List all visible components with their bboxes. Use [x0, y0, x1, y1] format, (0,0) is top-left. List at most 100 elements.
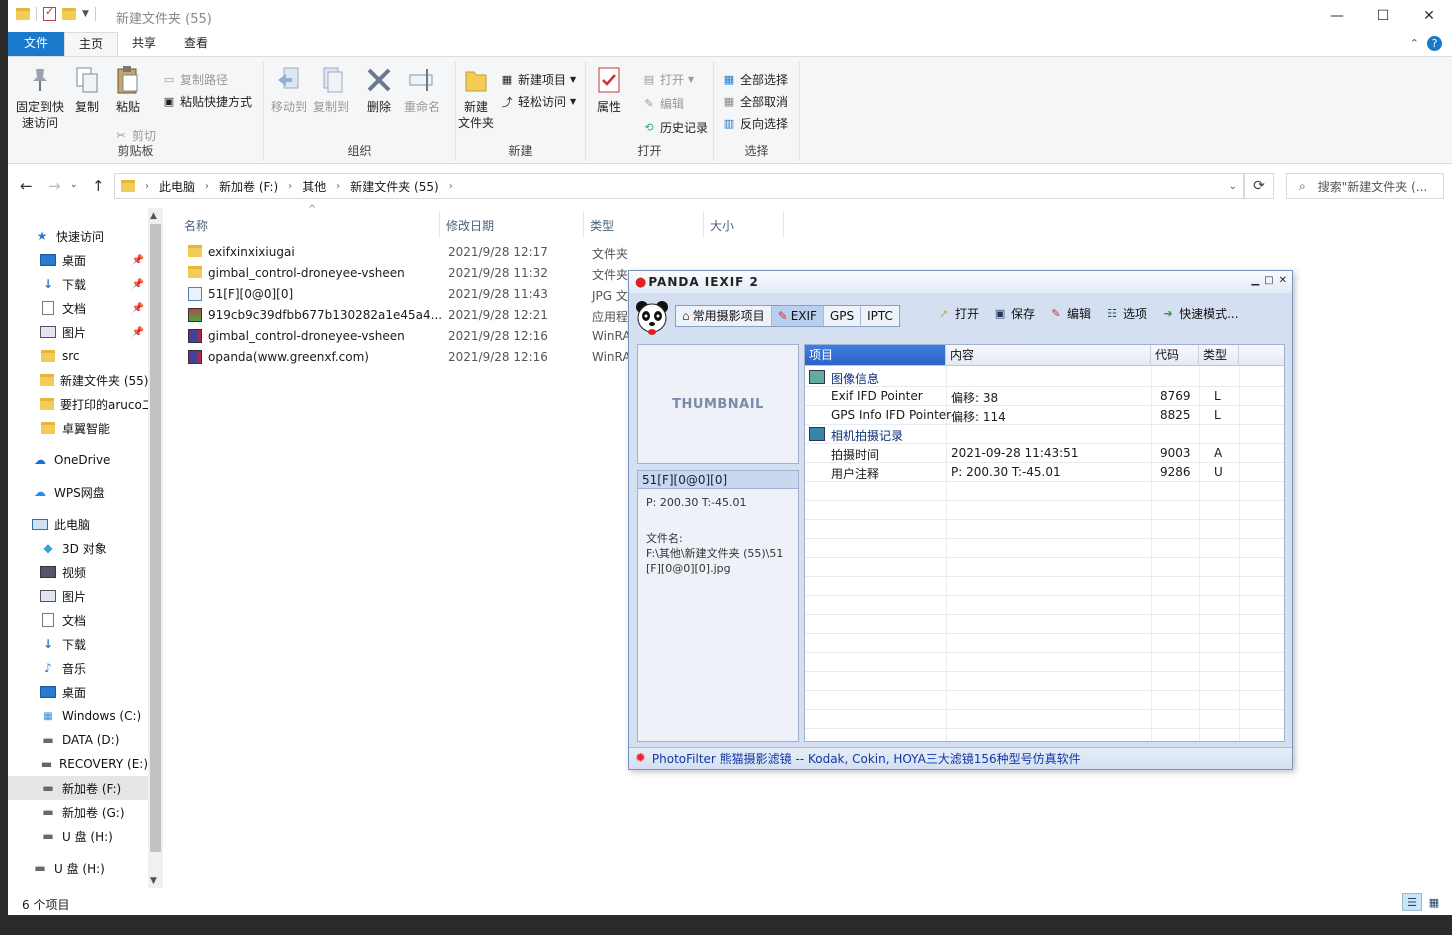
properties-icon[interactable] — [43, 5, 56, 21]
column-header-name[interactable]: 名称 — [178, 212, 440, 238]
tab-home[interactable]: 主页 — [64, 32, 119, 56]
grid-header-item[interactable]: 项目 — [805, 345, 946, 366]
minimize-button[interactable]: ▁ — [1251, 275, 1260, 286]
nav-pc-pictures[interactable]: 图片 — [8, 584, 148, 608]
new-folder-button[interactable]: 新建 文件夹 — [456, 65, 496, 131]
nav-pc-3d-objects[interactable]: ◆ 3D 对象 — [8, 536, 148, 560]
file-row[interactable]: exifxinxixiugai 2021/9/28 12:17 文件夹 — [184, 242, 984, 263]
nav-drive-d[interactable]: ▬ DATA (D:) — [8, 728, 148, 752]
move-to-button[interactable]: 移动到 — [270, 65, 308, 115]
opanda-edit-button[interactable]: ✎ 编辑 — [1049, 305, 1091, 322]
nav-this-pc[interactable]: 此电脑 — [8, 512, 148, 536]
copy-path-button[interactable]: ▭ 复制路径 — [162, 71, 228, 88]
nav-drive-g[interactable]: ▬ 新加卷 (G:) — [8, 800, 148, 824]
grid-category-row[interactable]: 图像信息 — [805, 368, 1284, 387]
details-view-button[interactable]: ☰ — [1402, 893, 1422, 911]
nav-item-pictures[interactable]: 图片 📌 — [8, 320, 148, 344]
tab-iptc[interactable]: IPTC — [861, 306, 899, 326]
nav-drive-e[interactable]: ▬ RECOVERY (E:) — [8, 752, 148, 776]
new-item-button[interactable]: ▦ 新建项目 ▼ — [500, 71, 576, 88]
nav-drive-h[interactable]: ▬ U 盘 (H:) — [8, 824, 148, 848]
grid-row[interactable]: GPS Info IFD Pointer 偏移: 114 8825 L — [805, 406, 1284, 425]
chevron-up-icon[interactable]: ▲ — [150, 211, 157, 221]
delete-button[interactable]: 删除 — [364, 65, 394, 115]
maximize-button[interactable]: □ — [1264, 275, 1274, 286]
collapse-ribbon-icon[interactable]: ⌃ — [1410, 37, 1419, 50]
forward-button[interactable]: → — [48, 177, 61, 195]
nav-pc-music[interactable]: ♪ 音乐 — [8, 656, 148, 680]
grid-header-content[interactable]: 内容 — [946, 345, 1151, 366]
large-icons-view-button[interactable]: ▦ — [1424, 893, 1444, 911]
column-header-date[interactable]: 修改日期 — [440, 212, 584, 238]
minimize-button[interactable]: — — [1314, 0, 1360, 32]
nav-pc-documents[interactable]: 文档 — [8, 608, 148, 632]
breadcrumb-item[interactable]: 新建文件夹 (55) — [350, 178, 438, 195]
opanda-options-button[interactable]: ☷ 选项 — [1105, 305, 1147, 322]
select-none-button[interactable]: ▦ 全部取消 — [722, 93, 788, 110]
tab-share[interactable]: 共享 — [118, 32, 170, 56]
tab-common-items[interactable]: ⌂ 常用摄影项目 — [676, 306, 772, 326]
scrollbar-thumb[interactable] — [150, 224, 161, 852]
nav-item-desktop[interactable]: 桌面 📌 — [8, 248, 148, 272]
recent-locations-icon[interactable]: ⌄ — [70, 180, 78, 190]
qat-dropdown-icon[interactable]: ▼ — [82, 9, 89, 19]
invert-selection-button[interactable]: ▥ 反向选择 — [722, 115, 788, 132]
breadcrumb-item[interactable]: 其他 — [302, 178, 326, 195]
tab-gps[interactable]: GPS — [824, 306, 862, 326]
help-icon[interactable]: ? — [1427, 36, 1442, 51]
history-button[interactable]: ⟲ 历史记录 — [642, 119, 708, 136]
opanda-save-button[interactable]: ▣ 保存 — [993, 305, 1035, 322]
grid-row[interactable]: Exif IFD Pointer 偏移: 38 8769 L — [805, 387, 1284, 406]
nav-item-src[interactable]: src — [8, 344, 148, 368]
breadcrumb-item[interactable]: 此电脑 — [159, 178, 195, 195]
chevron-down-icon[interactable]: ⌄ — [1229, 181, 1237, 192]
nav-quick-access[interactable]: ★ 快速访问 — [8, 224, 148, 248]
nav-item-new-folder-55[interactable]: 新建文件夹 (55) — [8, 368, 148, 392]
breadcrumb-item[interactable]: 新加卷 (F:) — [219, 178, 278, 195]
column-header-type[interactable]: 类型 — [584, 212, 704, 238]
maximize-button[interactable]: ☐ — [1360, 0, 1406, 32]
paste-button[interactable]: 粘贴 — [110, 65, 146, 115]
new-folder-icon[interactable] — [62, 8, 76, 20]
address-bar[interactable]: › 此电脑 › 新加卷 (F:) › 其他 › 新建文件夹 (55) › ⌄ — [114, 173, 1244, 199]
nav-onedrive[interactable]: ☁ OneDrive — [8, 448, 148, 472]
grid-header-code[interactable]: 代码 — [1151, 345, 1199, 366]
chevron-down-icon[interactable]: ▼ — [150, 876, 157, 886]
nav-scrollbar[interactable]: ▲ ▼ — [148, 208, 163, 888]
grid-row[interactable]: 用户注释 P: 200.30 T:-45.01 9286 U — [805, 463, 1284, 482]
opanda-status-bar[interactable]: ✹ PhotoFilter 熊猫摄影滤镜 -- Kodak, Cokin, HO… — [629, 747, 1292, 769]
open-button[interactable]: ▤ 打开 ▼ — [642, 71, 694, 88]
refresh-button[interactable]: ⟳ — [1244, 173, 1274, 199]
properties-button[interactable]: 属性 — [592, 65, 626, 115]
column-header-size[interactable]: 大小 — [704, 212, 784, 238]
easy-access-button[interactable]: ⤴ 轻松访问 ▼ — [500, 93, 577, 110]
edit-button[interactable]: ✎ 编辑 — [642, 95, 684, 112]
nav-drive-f[interactable]: ▬ 新加卷 (F:) — [8, 776, 148, 800]
nav-wps[interactable]: ☁ WPS网盘 — [8, 480, 148, 504]
paste-shortcut-button[interactable]: ▣ 粘贴快捷方式 — [162, 93, 252, 110]
nav-item-documents[interactable]: 文档 📌 — [8, 296, 148, 320]
close-button[interactable]: ✕ — [1279, 275, 1288, 286]
nav-pc-videos[interactable]: 视频 — [8, 560, 148, 584]
rename-button[interactable]: 重命名 — [402, 65, 442, 115]
back-button[interactable]: ← — [20, 177, 33, 195]
nav-item-aruco[interactable]: 要打印的aruco二 — [8, 392, 154, 416]
grid-category-row[interactable]: 相机拍摄记录 — [805, 425, 1284, 444]
grid-row[interactable]: 拍摄时间 2021-09-28 11:43:51 9003 A — [805, 444, 1284, 463]
nav-item-zhuoyi[interactable]: 卓翼智能 — [8, 416, 148, 440]
close-button[interactable]: ✕ — [1406, 0, 1452, 32]
opanda-open-button[interactable]: ➚ 打开 — [937, 305, 979, 322]
nav-item-downloads[interactable]: ↓ 下载 📌 — [8, 272, 148, 296]
nav-pc-desktop[interactable]: 桌面 — [8, 680, 148, 704]
nav-usb-h[interactable]: ▬ U 盘 (H:) — [8, 856, 148, 880]
up-button[interactable]: ↑ — [92, 177, 105, 195]
select-all-button[interactable]: ▦ 全部选择 — [722, 71, 788, 88]
promo-text[interactable]: PhotoFilter 熊猫摄影滤镜 -- Kodak, Cokin, HOYA… — [652, 750, 1081, 767]
search-input[interactable]: ⌕ 搜索"新建文件夹 (... — [1286, 173, 1444, 199]
opanda-quick-mode-button[interactable]: ➜ 快速模式... — [1161, 305, 1238, 322]
nav-pc-downloads[interactable]: ↓ 下载 — [8, 632, 148, 656]
nav-drive-c[interactable]: ▦ Windows (C:) — [8, 704, 148, 728]
copy-to-button[interactable]: 复制到 — [312, 65, 350, 115]
copy-button[interactable]: 复制 — [70, 65, 104, 115]
tab-file[interactable]: 文件 — [8, 32, 65, 56]
